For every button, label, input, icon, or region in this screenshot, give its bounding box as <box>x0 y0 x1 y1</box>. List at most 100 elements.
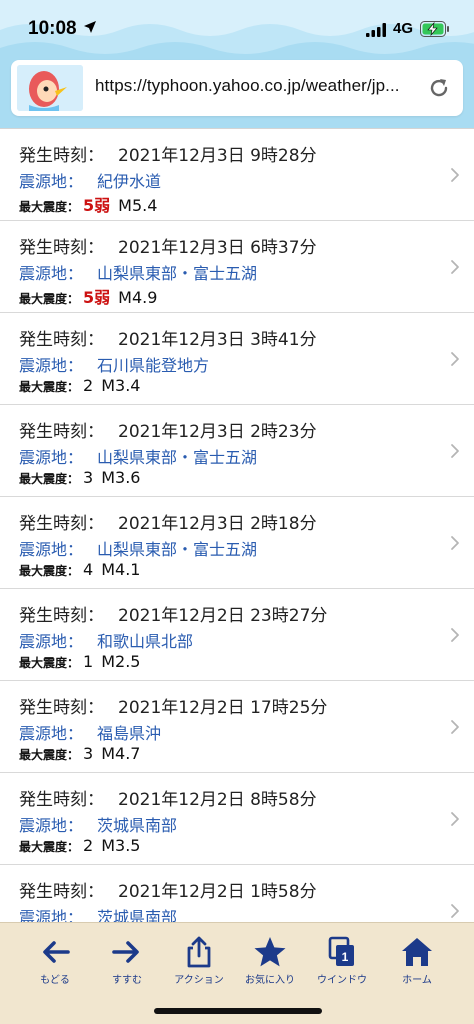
epicenter-line: 震源地： 茨城県南部 <box>19 904 177 922</box>
star-icon <box>254 937 286 967</box>
epicenter-label: 震源地： <box>19 724 84 743</box>
epicenter-label: 震源地： <box>19 632 84 651</box>
action-label: アクション <box>174 975 224 986</box>
occurrence-time-line: 発生時刻： 2021年12月3日 2時23分 <box>19 417 317 442</box>
occurrence-time: 2021年12月2日 1時58分 <box>118 882 317 902</box>
epicenter-label: 震源地： <box>19 908 84 922</box>
occurrence-time: 2021年12月2日 23時27分 <box>118 606 328 626</box>
chevron-right-icon <box>451 168 459 182</box>
share-icon <box>187 936 211 968</box>
back-button[interactable]: もどる <box>19 935 91 995</box>
epicenter-name: 和歌山県北部 <box>97 632 194 651</box>
epicenter-name: 山梨県東部・富士五湖 <box>97 540 258 559</box>
chevron-right-icon <box>451 904 459 918</box>
site-logo <box>17 65 83 111</box>
magnitude-value: M3.6 <box>101 468 141 487</box>
max-intensity-value: 3 <box>83 468 94 487</box>
quake-row[interactable]: 発生時刻： 2021年12月2日 23時27分 震源地： 和歌山県北部 最大震度： 1… <box>0 589 474 681</box>
chevron-right-icon <box>451 812 459 826</box>
occurrence-time-line: 発生時刻： 2021年12月3日 3時41分 <box>19 325 317 350</box>
url-text[interactable]: https://typhoon.yahoo.co.jp/weather/jp..… <box>95 76 400 96</box>
back-arrow-icon <box>43 941 70 963</box>
earthquake-list: 発生時刻： 2021年12月3日 9時28分 震源地： 紀伊水道 最大震度： 5弱 M5… <box>0 128 474 922</box>
quake-row[interactable]: 発生時刻： 2021年12月3日 2時18分 震源地： 山梨県東部・富士五湖 最大震… <box>0 497 474 589</box>
epicenter-label: 震源地： <box>19 264 84 283</box>
quake-row[interactable]: 発生時刻： 2021年12月3日 3時41分 震源地： 石川県能登地方 最大震度： 2… <box>0 313 474 405</box>
occurrence-time: 2021年12月2日 8時58分 <box>118 790 317 810</box>
time-label: 発生時刻： <box>19 146 104 166</box>
occurrence-time-line: 発生時刻： 2021年12月3日 2時18分 <box>19 509 317 534</box>
forward-arrow-icon <box>112 941 139 963</box>
max-intensity-label: 最大震度： <box>19 292 80 306</box>
forward-label: すすむ <box>112 975 142 986</box>
quake-row[interactable]: 発生時刻： 2021年12月3日 2時23分 震源地： 山梨県東部・富士五湖 最大震… <box>0 405 474 497</box>
max-intensity-value: 5弱 <box>83 288 111 307</box>
occurrence-time-line: 発生時刻： 2021年12月3日 9時28分 <box>19 141 317 166</box>
occurrence-time-line: 発生時刻： 2021年12月3日 6時37分 <box>19 233 317 258</box>
intensity-line: 最大震度： 2 M3.5 <box>19 836 140 855</box>
occurrence-time-line: 発生時刻： 2021年12月2日 17時25分 <box>19 693 327 718</box>
max-intensity-value: 2 <box>83 836 94 855</box>
reload-icon[interactable] <box>427 76 451 100</box>
action-button[interactable]: アクション <box>163 935 235 995</box>
quake-row[interactable]: 発生時刻： 2021年12月3日 9時28分 震源地： 紀伊水道 最大震度： 5弱 M5… <box>0 129 474 221</box>
epicenter-line: 震源地： 山梨県東部・富士五湖 <box>19 444 257 468</box>
epicenter-name: 山梨県東部・富士五湖 <box>97 448 258 467</box>
magnitude-value: M5.4 <box>118 196 158 215</box>
windows-icon: 1 <box>328 936 354 966</box>
magnitude-value: M3.5 <box>101 836 141 855</box>
max-intensity-value: 1 <box>83 652 94 671</box>
occurrence-time: 2021年12月3日 6時37分 <box>118 238 317 258</box>
quake-row[interactable]: 発生時刻： 2021年12月2日 1時58分 震源地： 茨城県南部 <box>0 865 474 922</box>
home-icon <box>402 938 432 966</box>
epicenter-label: 震源地： <box>19 540 84 559</box>
status-bar: 10:08 4G <box>0 0 474 60</box>
magnitude-value: M2.5 <box>101 652 141 671</box>
occurrence-time-line: 発生時刻： 2021年12月2日 1時58分 <box>19 877 317 902</box>
quake-row[interactable]: 発生時刻： 2021年12月2日 8時58分 震源地： 茨城県南部 最大震度： 2 M3… <box>0 773 474 865</box>
windows-button[interactable]: 1 ウインドウ <box>306 935 378 995</box>
magnitude-value: M4.9 <box>118 288 158 307</box>
max-intensity-label: 最大震度： <box>19 200 80 214</box>
address-bar[interactable]: https://typhoon.yahoo.co.jp/weather/jp..… <box>11 60 463 116</box>
home-label: ホーム <box>402 975 432 986</box>
epicenter-line: 震源地： 石川県能登地方 <box>19 352 209 376</box>
home-button[interactable]: ホーム <box>381 935 453 995</box>
epicenter-name: 山梨県東部・富士五湖 <box>97 264 258 283</box>
epicenter-label: 震源地： <box>19 172 84 191</box>
max-intensity-label: 最大震度： <box>19 380 80 394</box>
epicenter-name: 紀伊水道 <box>97 172 162 191</box>
quake-row[interactable]: 発生時刻： 2021年12月3日 6時37分 震源地： 山梨県東部・富士五湖 最大震… <box>0 221 474 313</box>
back-label: もどる <box>40 975 70 986</box>
magnitude-value: M4.7 <box>101 744 141 763</box>
time-label: 発生時刻： <box>19 698 104 718</box>
browser-header: 10:08 4G https://typhoon.yahoo.co.jp/wea… <box>0 0 474 128</box>
intensity-line: 最大震度： 2 M3.4 <box>19 376 140 395</box>
epicenter-label: 震源地： <box>19 816 84 835</box>
chevron-right-icon <box>451 444 459 458</box>
chevron-right-icon <box>451 260 459 274</box>
max-intensity-value: 2 <box>83 376 94 395</box>
intensity-line: 最大震度： 3 M4.7 <box>19 744 140 763</box>
max-intensity-label: 最大震度： <box>19 840 80 854</box>
favorites-button[interactable]: お気に入り <box>234 935 306 995</box>
time-label: 発生時刻： <box>19 238 104 258</box>
quake-row[interactable]: 発生時刻： 2021年12月2日 17時25分 震源地： 福島県沖 最大震度： 3 M4… <box>0 681 474 773</box>
max-intensity-label: 最大震度： <box>19 656 80 670</box>
magnitude-value: M4.1 <box>101 560 141 579</box>
occurrence-time-line: 発生時刻： 2021年12月2日 8時58分 <box>19 785 317 810</box>
status-time: 10:08 <box>28 18 77 39</box>
chevron-right-icon <box>451 352 459 366</box>
max-intensity-label: 最大震度： <box>19 472 80 486</box>
intensity-line: 最大震度： 5弱 M4.9 <box>19 284 157 308</box>
home-indicator[interactable] <box>154 1008 322 1014</box>
forward-button[interactable]: すすむ <box>91 935 163 995</box>
max-intensity-value: 3 <box>83 744 94 763</box>
epicenter-name: 石川県能登地方 <box>97 356 210 375</box>
chevron-right-icon <box>451 720 459 734</box>
signal-icon <box>366 23 386 37</box>
epicenter-line: 震源地： 茨城県南部 <box>19 812 177 836</box>
favorites-label: お気に入り <box>245 975 295 986</box>
time-label: 発生時刻： <box>19 790 104 810</box>
occurrence-time: 2021年12月3日 9時28分 <box>118 146 317 166</box>
